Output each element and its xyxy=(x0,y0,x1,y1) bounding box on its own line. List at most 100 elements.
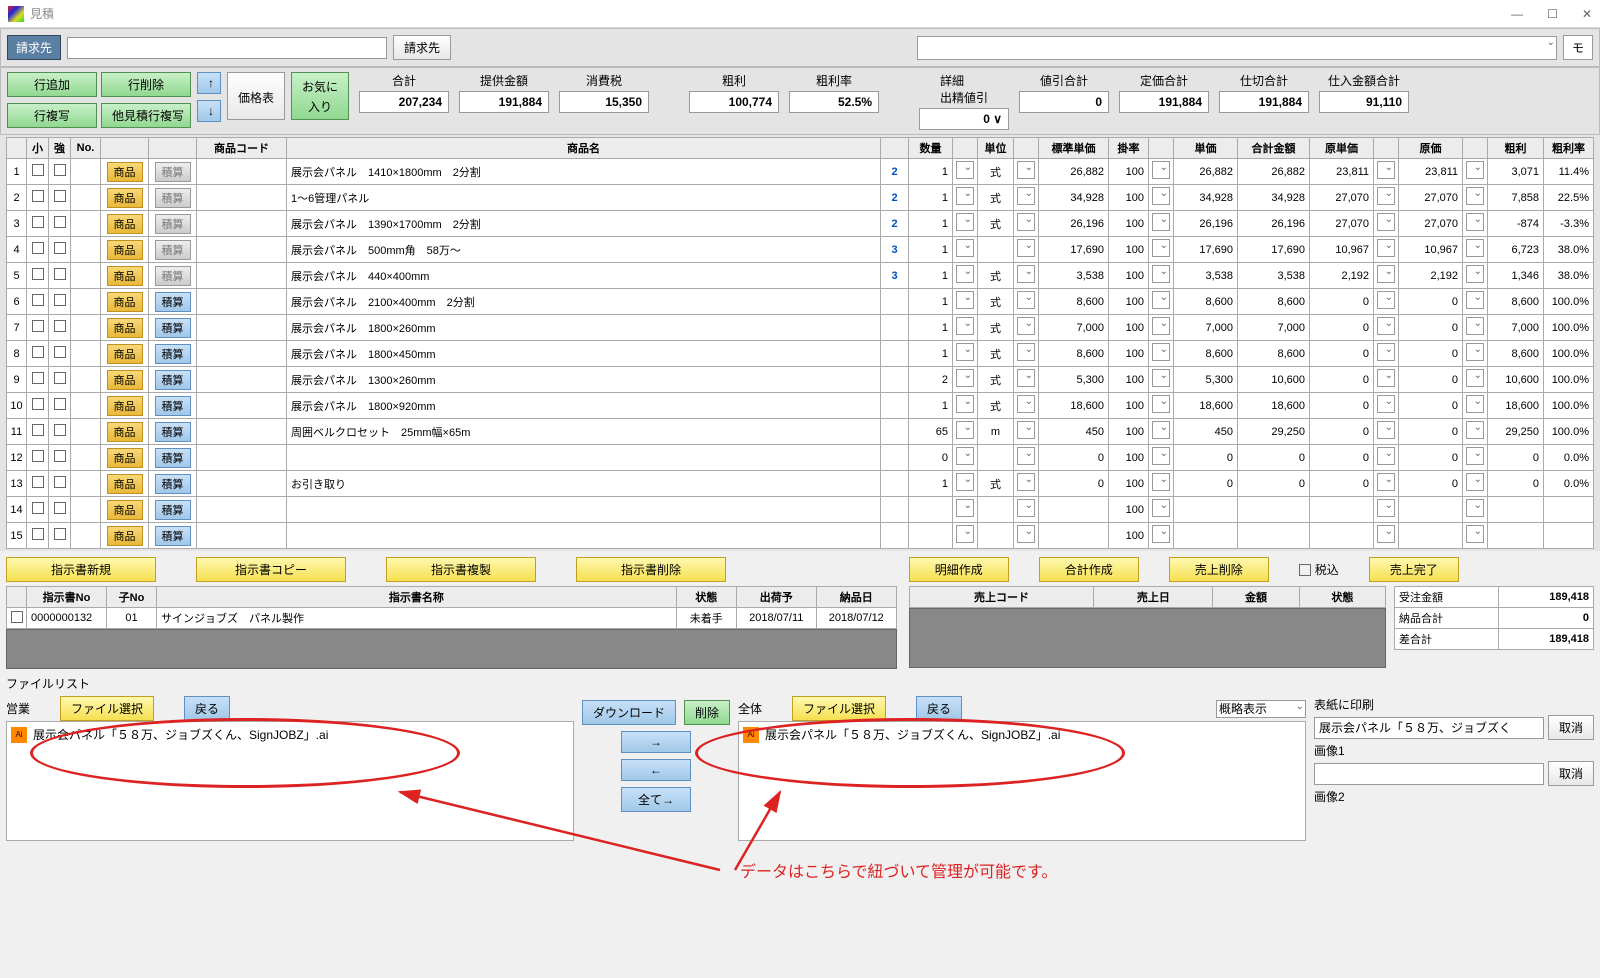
instr-dup[interactable]: 指示書複製 xyxy=(386,557,536,582)
billing-search-button[interactable]: 請求先 xyxy=(393,35,451,60)
file-item[interactable]: 展示会パネル「５８万、ジョブズくん、SignJOBZ」.ai xyxy=(33,726,328,743)
calc-button[interactable]: 積算 xyxy=(155,448,191,468)
row-checkbox-k[interactable] xyxy=(54,346,66,358)
row-checkbox-s[interactable] xyxy=(32,398,44,410)
row-checkbox-s[interactable] xyxy=(32,320,44,332)
row-checkbox-k[interactable] xyxy=(54,424,66,436)
table-row[interactable]: 4商品積算展示会パネル 500mm角 58万～3117,69010017,690… xyxy=(7,237,1594,263)
product-button[interactable]: 商品 xyxy=(107,422,143,442)
big-dropdown[interactable] xyxy=(917,36,1557,60)
file-select-right[interactable]: ファイル選択 xyxy=(792,696,886,721)
row-checkbox-k[interactable] xyxy=(54,476,66,488)
file-list-right[interactable]: Ai展示会パネル「５８万、ジョブズくん、SignJOBZ」.ai xyxy=(738,721,1306,841)
product-button[interactable]: 商品 xyxy=(107,448,143,468)
row-add-button[interactable]: 行追加 xyxy=(7,72,97,97)
row-delete-button[interactable]: 行削除 xyxy=(101,72,191,97)
table-row[interactable]: 7商品積算展示会パネル 1800×260mm1式7,0001007,0007,0… xyxy=(7,315,1594,341)
move-down[interactable]: ↓ xyxy=(197,100,221,122)
product-button[interactable]: 商品 xyxy=(107,318,143,338)
table-row[interactable]: 1商品積算展示会パネル 1410×1800mm 2分割21式26,8821002… xyxy=(7,159,1594,185)
billing-button[interactable]: 請求先 xyxy=(7,35,61,60)
file-list-left[interactable]: Ai展示会パネル「５８万、ジョブズくん、SignJOBZ」.ai xyxy=(6,721,574,841)
sales-sum[interactable]: 合計作成 xyxy=(1039,557,1139,582)
instr-del[interactable]: 指示書削除 xyxy=(576,557,726,582)
table-row[interactable]: 9商品積算展示会パネル 1300×260mm2式5,3001005,30010,… xyxy=(7,367,1594,393)
table-row[interactable]: 2商品積算1～6管理パネル21式34,92810034,92834,92827,… xyxy=(7,185,1594,211)
row-checkbox-k[interactable] xyxy=(54,190,66,202)
cancel2[interactable]: 取消 xyxy=(1548,761,1594,786)
minimize-button[interactable]: — xyxy=(1511,7,1523,21)
row-checkbox-s[interactable] xyxy=(32,476,44,488)
sales-del[interactable]: 売上削除 xyxy=(1169,557,1269,582)
table-row[interactable]: 5商品積算展示会パネル 440×400mm31式3,5381003,5383,5… xyxy=(7,263,1594,289)
download-btn[interactable]: ダウンロード xyxy=(582,700,676,725)
tax-checkbox[interactable]: 税込 xyxy=(1299,561,1339,578)
product-button[interactable]: 商品 xyxy=(107,370,143,390)
row-checkbox-s[interactable] xyxy=(32,268,44,280)
sales-table[interactable]: 売上コード売上日 金額状態 xyxy=(909,586,1386,608)
product-button[interactable]: 商品 xyxy=(107,240,143,260)
row-checkbox-s[interactable] xyxy=(32,502,44,514)
product-button[interactable]: 商品 xyxy=(107,266,143,286)
line-items-table[interactable]: 小強No.商品コード商品名数量単位標準単価掛率単価合計金額原単価原価粗利粗利率 … xyxy=(6,137,1594,549)
row-checkbox-k[interactable] xyxy=(54,372,66,384)
delete-file-btn[interactable]: 削除 xyxy=(684,700,730,725)
back-left[interactable]: 戻る xyxy=(184,696,230,721)
row-checkbox-k[interactable] xyxy=(54,242,66,254)
back-right[interactable]: 戻る xyxy=(916,696,962,721)
product-button[interactable]: 商品 xyxy=(107,526,143,546)
sales-done[interactable]: 売上完了 xyxy=(1369,557,1459,582)
move-left[interactable]: ← xyxy=(621,759,691,781)
table-row[interactable]: 10商品積算展示会パネル 1800×920mm1式18,60010018,600… xyxy=(7,393,1594,419)
row-checkbox-s[interactable] xyxy=(32,424,44,436)
row-checkbox-s[interactable] xyxy=(32,190,44,202)
calc-button[interactable]: 積算 xyxy=(155,188,191,208)
table-row[interactable]: 11商品積算周囲ベルクロセット 25mm幅×65m65m45010045029,… xyxy=(7,419,1594,445)
table-row[interactable]: 15商品積算100 xyxy=(7,523,1594,549)
img1-input[interactable] xyxy=(1314,763,1544,785)
summary-dropdown[interactable]: 概略表示 xyxy=(1216,700,1306,718)
sales-detail[interactable]: 明細作成 xyxy=(909,557,1009,582)
instr-new[interactable]: 指示書新規 xyxy=(6,557,156,582)
row-checkbox-s[interactable] xyxy=(32,216,44,228)
product-button[interactable]: 商品 xyxy=(107,188,143,208)
row-checkbox-k[interactable] xyxy=(54,450,66,462)
move-right[interactable]: → xyxy=(621,731,691,753)
instruction-table[interactable]: 指示書No 子No 指示書名称 状態 出荷予 納品日 0000000132 01… xyxy=(6,586,897,629)
close-button[interactable]: ✕ xyxy=(1582,7,1592,21)
file-select-left[interactable]: ファイル選択 xyxy=(60,696,154,721)
product-button[interactable]: 商品 xyxy=(107,214,143,234)
maximize-button[interactable]: ☐ xyxy=(1547,7,1558,21)
row-checkbox-s[interactable] xyxy=(32,450,44,462)
instr-checkbox[interactable] xyxy=(11,611,23,623)
calc-button[interactable]: 積算 xyxy=(155,526,191,546)
product-button[interactable]: 商品 xyxy=(107,344,143,364)
calc-button[interactable]: 積算 xyxy=(155,214,191,234)
row-checkbox-k[interactable] xyxy=(54,164,66,176)
row-checkbox-s[interactable] xyxy=(32,346,44,358)
product-button[interactable]: 商品 xyxy=(107,162,143,182)
calc-button[interactable]: 積算 xyxy=(155,396,191,416)
row-checkbox-s[interactable] xyxy=(32,294,44,306)
table-row[interactable]: 3商品積算展示会パネル 1390×1700mm 2分割21式26,1961002… xyxy=(7,211,1594,237)
table-row[interactable]: 6商品積算展示会パネル 2100×400mm 2分割1式8,6001008,60… xyxy=(7,289,1594,315)
row-checkbox-s[interactable] xyxy=(32,528,44,540)
product-button[interactable]: 商品 xyxy=(107,500,143,520)
table-row[interactable]: 8商品積算展示会パネル 1800×450mm1式8,6001008,6008,6… xyxy=(7,341,1594,367)
product-button[interactable]: 商品 xyxy=(107,474,143,494)
row-checkbox-s[interactable] xyxy=(32,242,44,254)
move-up[interactable]: ↑ xyxy=(197,72,221,94)
calc-button[interactable]: 積算 xyxy=(155,266,191,286)
table-row[interactable]: 14商品積算100 xyxy=(7,497,1594,523)
print-input[interactable] xyxy=(1314,717,1544,739)
calc-button[interactable]: 積算 xyxy=(155,344,191,364)
detail-value[interactable]: 0 ∨ xyxy=(919,108,1009,130)
calc-button[interactable]: 積算 xyxy=(155,422,191,442)
favorite-button[interactable]: お気に 入り xyxy=(291,72,349,120)
move-all[interactable]: 全て→ xyxy=(621,787,691,812)
table-row[interactable]: 12商品積算00100000000.0% xyxy=(7,445,1594,471)
product-button[interactable]: 商品 xyxy=(107,292,143,312)
row-checkbox-k[interactable] xyxy=(54,216,66,228)
table-row[interactable]: 13商品積算お引き取り1式0100000000.0% xyxy=(7,471,1594,497)
row-copy-button[interactable]: 行複写 xyxy=(7,103,97,128)
